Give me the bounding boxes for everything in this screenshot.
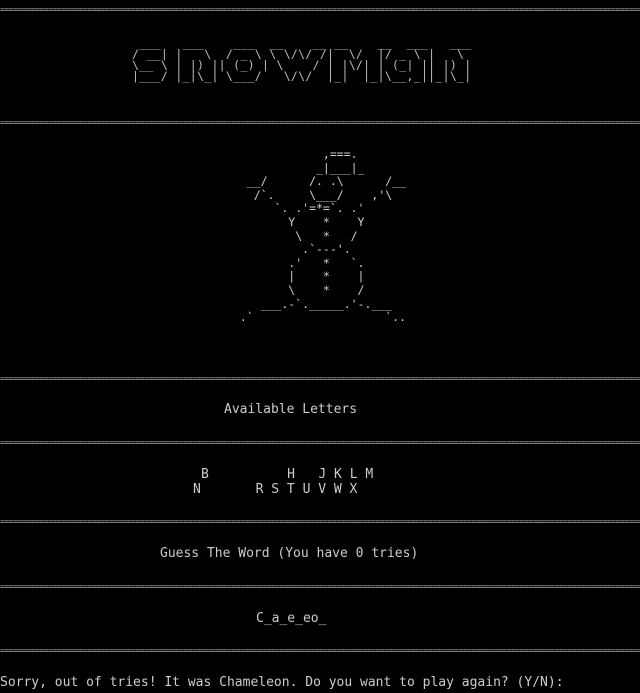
snowman-title-banner: ___ ___ ___ __ __ __ __ ___ ___ / __| | …	[132, 36, 472, 83]
separator-below-letters-title	[0, 440, 640, 446]
available-letters-title: Available Letters	[224, 402, 358, 417]
separator-below-letters	[0, 519, 640, 525]
separator-below-guess-title	[0, 584, 640, 590]
separator-below-snowman	[0, 376, 640, 382]
available-letters-row-1: B H J K L M	[201, 467, 374, 482]
separator-below-word	[0, 648, 640, 654]
guess-the-word-title: Guess The Word (You have 0 tries)	[160, 546, 419, 561]
play-again-prompt[interactable]: Sorry, out of tries! It was Chameleon. D…	[0, 675, 564, 691]
available-letters-row-2: N R S T U V W X	[193, 482, 358, 497]
snowman-ascii-art: ,===. _|___|_ __/ /. .\ /__ /`. \___/ ,'…	[239, 147, 407, 325]
word-progress: C_a_e_eo_	[256, 611, 327, 626]
separator-top	[0, 7, 640, 13]
separator-below-banner	[0, 120, 640, 126]
